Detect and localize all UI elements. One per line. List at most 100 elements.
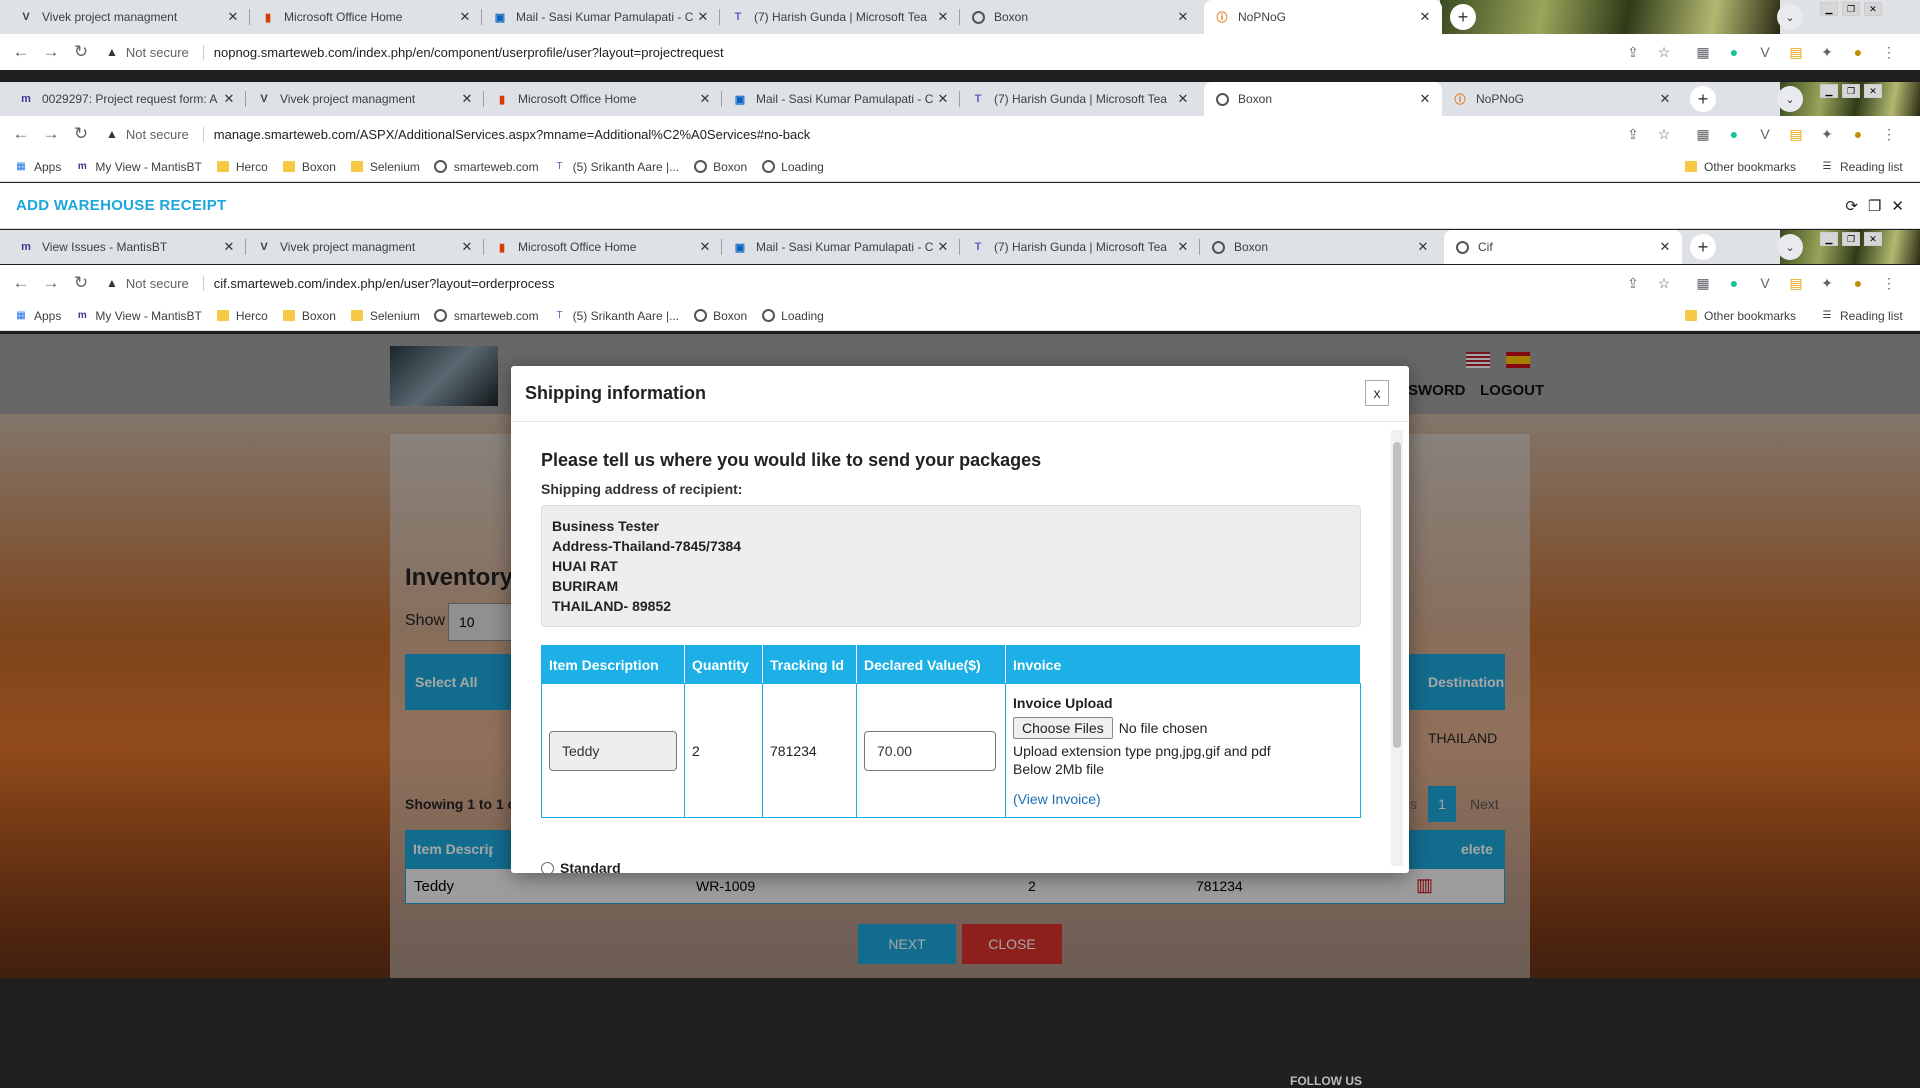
close-icon[interactable]: ✕ xyxy=(1658,239,1672,255)
tab-search-icon[interactable]: ⌄ xyxy=(1777,86,1803,112)
bookmark-herco[interactable]: Herco xyxy=(216,309,268,323)
close-icon[interactable]: ✕ xyxy=(1176,239,1190,255)
view-invoice-link[interactable]: (View Invoice) xyxy=(1013,791,1353,807)
grammarly-icon[interactable]: ● xyxy=(1725,126,1743,142)
close-icon[interactable]: ✕ xyxy=(936,239,950,255)
bookmark-smarteweb[interactable]: smarteweb.com xyxy=(434,309,539,323)
new-tab-button[interactable]: + xyxy=(1690,234,1716,260)
share-icon[interactable]: ⇪ xyxy=(1624,126,1642,143)
star-icon[interactable]: ☆ xyxy=(1655,275,1673,292)
forward-icon[interactable]: → xyxy=(36,273,66,293)
close-icon[interactable]: ✕ xyxy=(698,239,712,255)
forward-icon[interactable]: → xyxy=(36,124,66,144)
reading-list[interactable]: ☰ Reading list xyxy=(1820,160,1903,174)
tab-teams[interactable]: T (7) Harish Gunda | Microsoft Tea ✕ xyxy=(960,82,1200,116)
bookmark-selenium[interactable]: Selenium xyxy=(350,309,420,323)
bookmark-boxon-folder[interactable]: Boxon xyxy=(282,160,336,174)
tab-office[interactable]: ▮ Microsoft Office Home ✕ xyxy=(484,82,722,116)
close-icon[interactable]: ✕ xyxy=(460,91,474,107)
close-icon[interactable]: ✕ xyxy=(222,239,236,255)
close-icon[interactable]: ✕ xyxy=(1416,239,1430,255)
new-tab-button[interactable]: + xyxy=(1450,4,1476,30)
url-field[interactable]: cif.smarteweb.com/index.php/en/user?layo… xyxy=(202,275,554,291)
menu-icon[interactable]: ⋮ xyxy=(1880,126,1898,143)
close-icon[interactable]: ✕ xyxy=(458,9,472,25)
tab-search-icon[interactable]: ⌄ xyxy=(1777,4,1803,30)
profile-icon[interactable]: ● xyxy=(1849,126,1867,142)
other-bookmarks[interactable]: Other bookmarks xyxy=(1684,160,1796,174)
tab-search-icon[interactable]: ⌄ xyxy=(1777,234,1803,260)
tab-office[interactable]: ▮ Microsoft Office Home ✕ xyxy=(250,0,482,34)
restore-icon[interactable]: ❐ xyxy=(1868,197,1881,215)
bookmark-apps[interactable]: ▦ Apps xyxy=(14,309,61,323)
bookmark-herco[interactable]: Herco xyxy=(216,160,268,174)
share-icon[interactable]: ⇪ xyxy=(1624,44,1642,61)
declared-value-input[interactable]: 70.00 xyxy=(864,730,996,771)
item-description-field[interactable]: Teddy xyxy=(549,730,677,771)
cart-icon[interactable]: ▤ xyxy=(1787,44,1805,61)
tab-vivek[interactable]: V Vivek project managment ✕ xyxy=(246,230,484,264)
security-indicator[interactable]: ▲ Not secure xyxy=(106,127,189,142)
tab-office[interactable]: ▮ Microsoft Office Home ✕ xyxy=(484,230,722,264)
close-icon[interactable]: ✕ xyxy=(460,239,474,255)
bookmark-apps[interactable]: ▦ Apps xyxy=(14,160,61,174)
tab-mail[interactable]: ▣ Mail - Sasi Kumar Pamulapati - C ✕ xyxy=(722,230,960,264)
cart-icon[interactable]: ▤ xyxy=(1787,275,1805,292)
extension-icon[interactable]: ▦ xyxy=(1694,275,1712,292)
other-bookmarks[interactable]: Other bookmarks xyxy=(1684,309,1796,323)
menu-icon[interactable]: ⋮ xyxy=(1880,275,1898,292)
share-icon[interactable]: ⇪ xyxy=(1624,275,1642,292)
window-controls[interactable]: ▁ ❐ ✕ xyxy=(1820,232,1882,246)
close-icon[interactable]: ✕ xyxy=(1891,197,1904,215)
puzzle-icon[interactable]: ✦ xyxy=(1818,126,1836,143)
bookmark-teams[interactable]: T (5) Srikanth Aare |... xyxy=(553,309,680,323)
close-icon[interactable]: ✕ xyxy=(696,9,710,25)
close-icon[interactable]: ✕ xyxy=(1418,91,1432,107)
back-icon[interactable]: ← xyxy=(6,42,36,62)
url-field[interactable]: manage.smarteweb.com/ASPX/AdditionalServ… xyxy=(202,126,810,142)
scrollbar-thumb[interactable] xyxy=(1393,442,1401,748)
forward-icon[interactable]: → xyxy=(36,42,66,62)
bookmark-boxon-folder[interactable]: Boxon xyxy=(282,309,336,323)
bookmark-loading[interactable]: Loading xyxy=(761,309,824,323)
shipping-option-standard[interactable]: Standard xyxy=(541,860,1371,873)
tab-mantis-request[interactable]: m 0029297: Project request form: A ✕ xyxy=(8,82,246,116)
tab-teams[interactable]: T (7) Harish Gunda | Microsoft Tea ✕ xyxy=(960,230,1200,264)
bookmark-mantis[interactable]: m My View - MantisBT xyxy=(75,160,202,174)
extension-icon[interactable]: ▦ xyxy=(1694,126,1712,143)
close-icon[interactable]: ✕ xyxy=(1176,9,1190,25)
choose-files-button[interactable]: Choose Files xyxy=(1013,716,1113,739)
tab-mantis-issues[interactable]: m View Issues - MantisBT ✕ xyxy=(8,230,246,264)
bookmark-smarteweb[interactable]: smarteweb.com xyxy=(434,160,539,174)
cart-icon[interactable]: ▤ xyxy=(1787,126,1805,143)
bookmark-boxon[interactable]: Boxon xyxy=(693,309,747,323)
tab-vivek[interactable]: V Vivek project managment ✕ xyxy=(246,82,484,116)
security-indicator[interactable]: ▲ Not secure xyxy=(106,276,189,291)
close-icon[interactable]: ✕ xyxy=(222,91,236,107)
star-icon[interactable]: ☆ xyxy=(1655,126,1673,143)
puzzle-icon[interactable]: ✦ xyxy=(1818,44,1836,61)
vimeo-icon[interactable]: V xyxy=(1756,275,1774,291)
close-icon[interactable]: ✕ xyxy=(936,9,950,25)
vimeo-icon[interactable]: V xyxy=(1756,126,1774,142)
back-icon[interactable]: ← xyxy=(6,273,36,293)
tab-mail[interactable]: ▣ Mail - Sasi Kumar Pamulapati - C ✕ xyxy=(482,0,720,34)
grammarly-icon[interactable]: ● xyxy=(1725,275,1743,291)
refresh-icon[interactable]: ⟳ xyxy=(1845,197,1858,215)
back-icon[interactable]: ← xyxy=(6,124,36,144)
reload-icon[interactable]: ↻ xyxy=(66,273,96,293)
tab-nopnog[interactable]: ⓘ NoPNoG ✕ xyxy=(1442,82,1682,116)
bookmark-loading[interactable]: Loading xyxy=(761,160,824,174)
profile-icon[interactable]: ● xyxy=(1849,275,1867,291)
close-icon[interactable]: ✕ xyxy=(936,91,950,107)
tab-boxon[interactable]: Boxon ✕ xyxy=(960,0,1200,34)
tab-boxon[interactable]: Boxon ✕ xyxy=(1200,230,1440,264)
new-tab-button[interactable]: + xyxy=(1690,86,1716,112)
grammarly-icon[interactable]: ● xyxy=(1725,44,1743,60)
tab-boxon[interactable]: Boxon ✕ xyxy=(1204,82,1442,116)
close-icon[interactable]: ✕ xyxy=(1658,91,1672,107)
profile-icon[interactable]: ● xyxy=(1849,44,1867,60)
bookmark-boxon[interactable]: Boxon xyxy=(693,160,747,174)
vimeo-icon[interactable]: V xyxy=(1756,44,1774,60)
close-icon[interactable]: ✕ xyxy=(226,9,240,25)
